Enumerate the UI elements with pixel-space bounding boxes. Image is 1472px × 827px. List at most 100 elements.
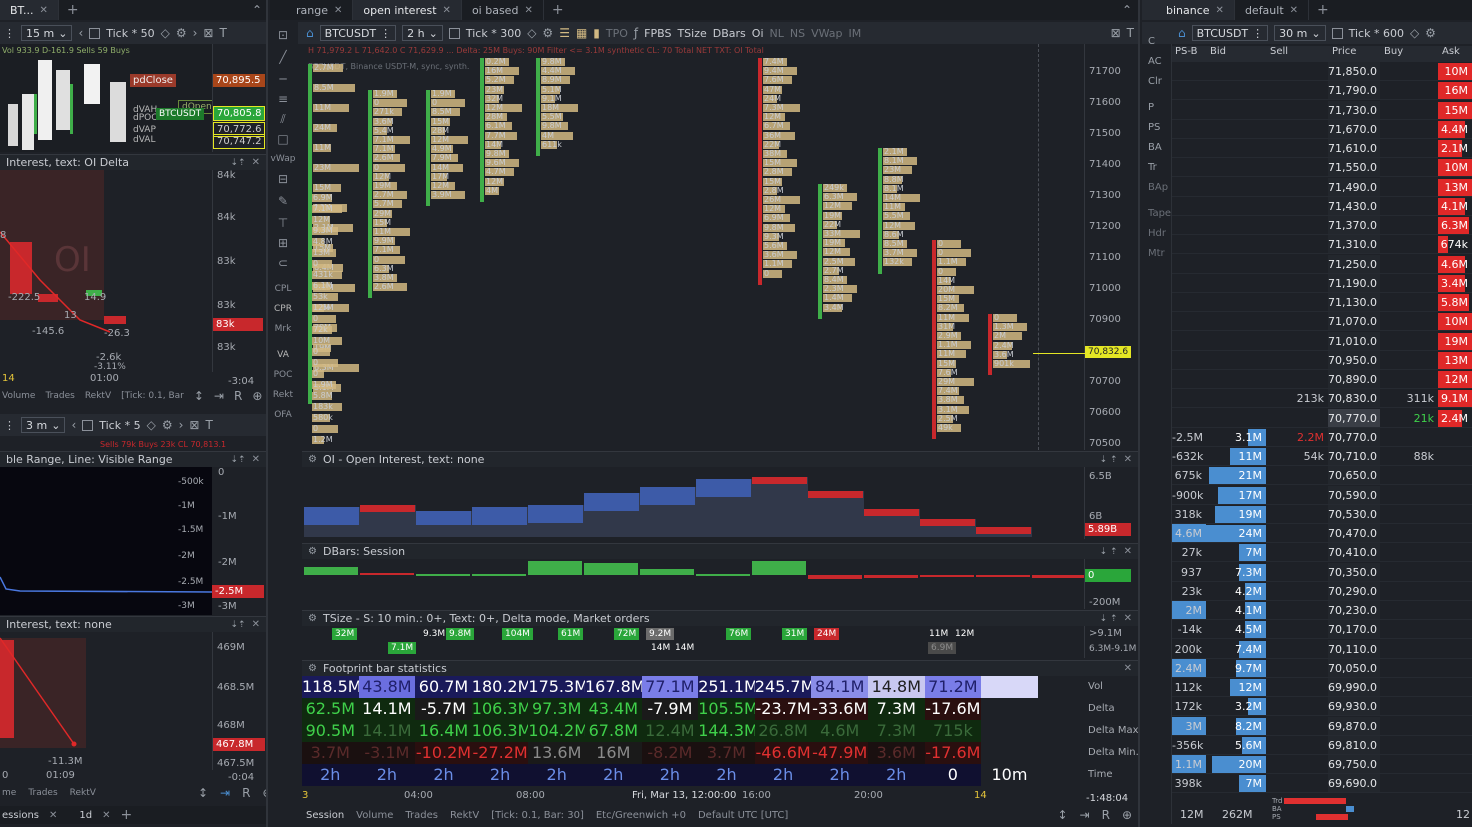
arrows-icon[interactable]: ⇣⇡ [231,158,246,168]
ladder-row[interactable]: -900k 17M 70,590.0 [1172,485,1472,505]
ladder-row[interactable]: 213k 70,830.0 311k 9.1M [1172,389,1472,409]
side-menu-item[interactable]: AC [1148,56,1162,67]
reset-icon[interactable]: R [1102,808,1110,822]
add-tab-icon[interactable]: + [1317,2,1329,18]
symbol-menu[interactable]: ⋮ [4,27,15,40]
close-icon[interactable]: ✕ [252,454,260,465]
ladder-row[interactable]: 3M 8.2M 69,870.0 [1172,716,1472,736]
ladder-row[interactable]: 71,430.0 4.1M [1172,196,1472,216]
vwap-button[interactable]: VWap [811,27,842,40]
rektv-toggle[interactable]: RektV [70,788,96,798]
ladder-row[interactable]: -2.5M 3.1M 2.2M 70,770.0 [1172,427,1472,447]
zoom-icon[interactable]: ⊕ [1122,808,1138,822]
candle-icon[interactable]: ▮ [593,26,600,40]
symbol-menu[interactable]: ⋮ [4,419,15,432]
ladder-row[interactable]: 318k 19M 70,530.0 [1172,504,1472,524]
gear-icon[interactable]: ⚙ [1425,26,1436,40]
gear-icon[interactable]: ⚙ [308,613,317,624]
brush-icon[interactable]: ✎ [270,194,296,208]
rektv-toggle[interactable]: RektV [85,391,111,401]
tick-checkbox[interactable] [82,419,94,431]
chevron-left-icon[interactable]: ‹ [78,26,83,40]
ns-button[interactable]: NS [790,27,805,40]
gear-icon[interactable]: ⚙ [308,454,317,465]
va-tool[interactable]: VA [270,350,296,360]
ladder-row[interactable]: 71,550.0 10M [1172,158,1472,178]
close-icon[interactable]: ✕ [1290,5,1298,16]
ladder-row[interactable]: 1.1M 20M 69,750.0 [1172,755,1472,774]
arrows-icon[interactable]: ⇣ ⇡ [1100,455,1118,465]
parallel-icon[interactable]: ≡ [270,92,296,106]
ladder-row[interactable]: 4.6M 24M 70,470.0 [1172,524,1472,543]
side-menu-item[interactable]: Hdr [1148,228,1166,239]
folder-icon[interactable]: ⌂ [1178,26,1186,40]
side-menu-item[interactable]: Clr [1148,76,1162,87]
ofa-tool[interactable]: OFA [270,410,296,420]
tick-checkbox[interactable] [89,27,101,39]
fpbs-button[interactable]: FPBS [644,27,671,40]
gear-icon[interactable]: ⚙ [162,418,173,432]
close-icon[interactable]: ✕ [252,157,260,168]
cpr-tool[interactable]: CPR [270,304,296,314]
dbars-button[interactable]: DBars [713,27,746,40]
close-icon[interactable]: ✕ [1124,454,1132,465]
ladder-row[interactable]: 2M 4.1M 70,230.0 [1172,601,1472,620]
tsize-button[interactable]: TSize [677,27,706,40]
header-ask[interactable]: Ask [1438,46,1472,62]
text-icon[interactable]: ⊤ [270,216,296,230]
ladder-row[interactable]: 71,850.0 10M [1172,62,1472,81]
close-icon[interactable]: ✕ [39,5,47,16]
window-icon[interactable]: ⊠ [203,26,213,40]
mrk-tool[interactable]: Mrk [270,324,296,334]
arrows-icon[interactable]: ⇣⇡ [231,455,246,465]
chevron-right-icon[interactable]: › [193,26,198,40]
trades-toggle[interactable]: Trades [45,391,74,401]
ladder-row[interactable]: 937 7.3M 70,350.0 [1172,562,1472,582]
trades-toggle[interactable]: Trades [28,788,57,798]
timeframe-select[interactable]: 15 m ⌄ [21,25,73,41]
text-tool-icon[interactable]: T [1127,26,1134,40]
ladder-row[interactable]: 70,950.0 13M [1172,350,1472,370]
gear-icon[interactable]: ⚙ [176,26,187,40]
note-icon[interactable]: ⊟ [270,172,296,186]
im-button[interactable]: IM [849,27,862,40]
volume-toggle[interactable]: Volume [356,810,393,821]
ladder-row[interactable]: 70,890.0 12M [1172,370,1472,389]
header-price[interactable]: Price [1328,46,1380,62]
side-menu-item[interactable]: BAp [1148,182,1168,193]
ladder-row[interactable]: 27k 7M 70,410.0 [1172,543,1472,563]
ladder-row[interactable]: 675k 21M 70,650.0 [1172,466,1472,486]
folder-icon[interactable]: ⌂ [306,26,314,40]
session-timezone-select[interactable]: Default UTC [UTC] [698,810,788,821]
header-bid[interactable]: Bid [1206,46,1266,62]
side-menu-item[interactable]: PS [1148,122,1160,133]
tab-default[interactable]: default ✕ [1235,0,1310,20]
volume-toggle[interactable]: me [2,788,16,798]
tick-checkbox[interactable] [1331,27,1343,39]
chevron-icon[interactable]: ⌃ [252,3,266,17]
hline-icon[interactable]: ─ [270,72,296,86]
ladder-row[interactable]: 112k 12M 69,990.0 [1172,678,1472,697]
channel-icon[interactable]: ⫽ [270,112,296,127]
zoom-icon[interactable]: ⊕ [252,389,262,403]
magnet-icon[interactable]: ⊂ [270,256,296,270]
ladder-row[interactable]: 71,130.0 5.8M [1172,293,1472,312]
scale-icon[interactable]: ↕ [198,786,208,800]
rektv-toggle[interactable]: RektV [450,810,479,821]
ladder-row[interactable]: 2.4M 9.7M 70,050.0 [1172,658,1472,678]
footprint-chart[interactable]: H 71,979.2 L 71,642.0 C 71,629.9 ... Del… [302,44,1086,450]
rect-icon[interactable]: □ [270,132,296,146]
side-menu-item[interactable]: Mtr [1148,248,1165,259]
tick-checkbox[interactable] [448,27,460,39]
tab-range[interactable]: range ✕ [270,0,354,20]
tab-1d[interactable]: 1d [79,810,92,821]
ladder-row[interactable]: 71,190.0 3.4M [1172,273,1472,293]
close-icon[interactable]: ✕ [1124,546,1132,557]
session-toggle[interactable]: Session [306,810,344,821]
stepper-icon[interactable]: ◇ [161,26,170,40]
close-icon[interactable]: ✕ [252,619,260,630]
zoom-icon[interactable]: ⊕ [262,786,266,800]
ladder-row[interactable]: 71,610.0 2.1M [1172,139,1472,158]
symbol-select[interactable]: BTCUSDT ⋮ [1191,25,1269,41]
ladder-row[interactable]: -356k 5.6M 69,810.0 [1172,735,1472,755]
